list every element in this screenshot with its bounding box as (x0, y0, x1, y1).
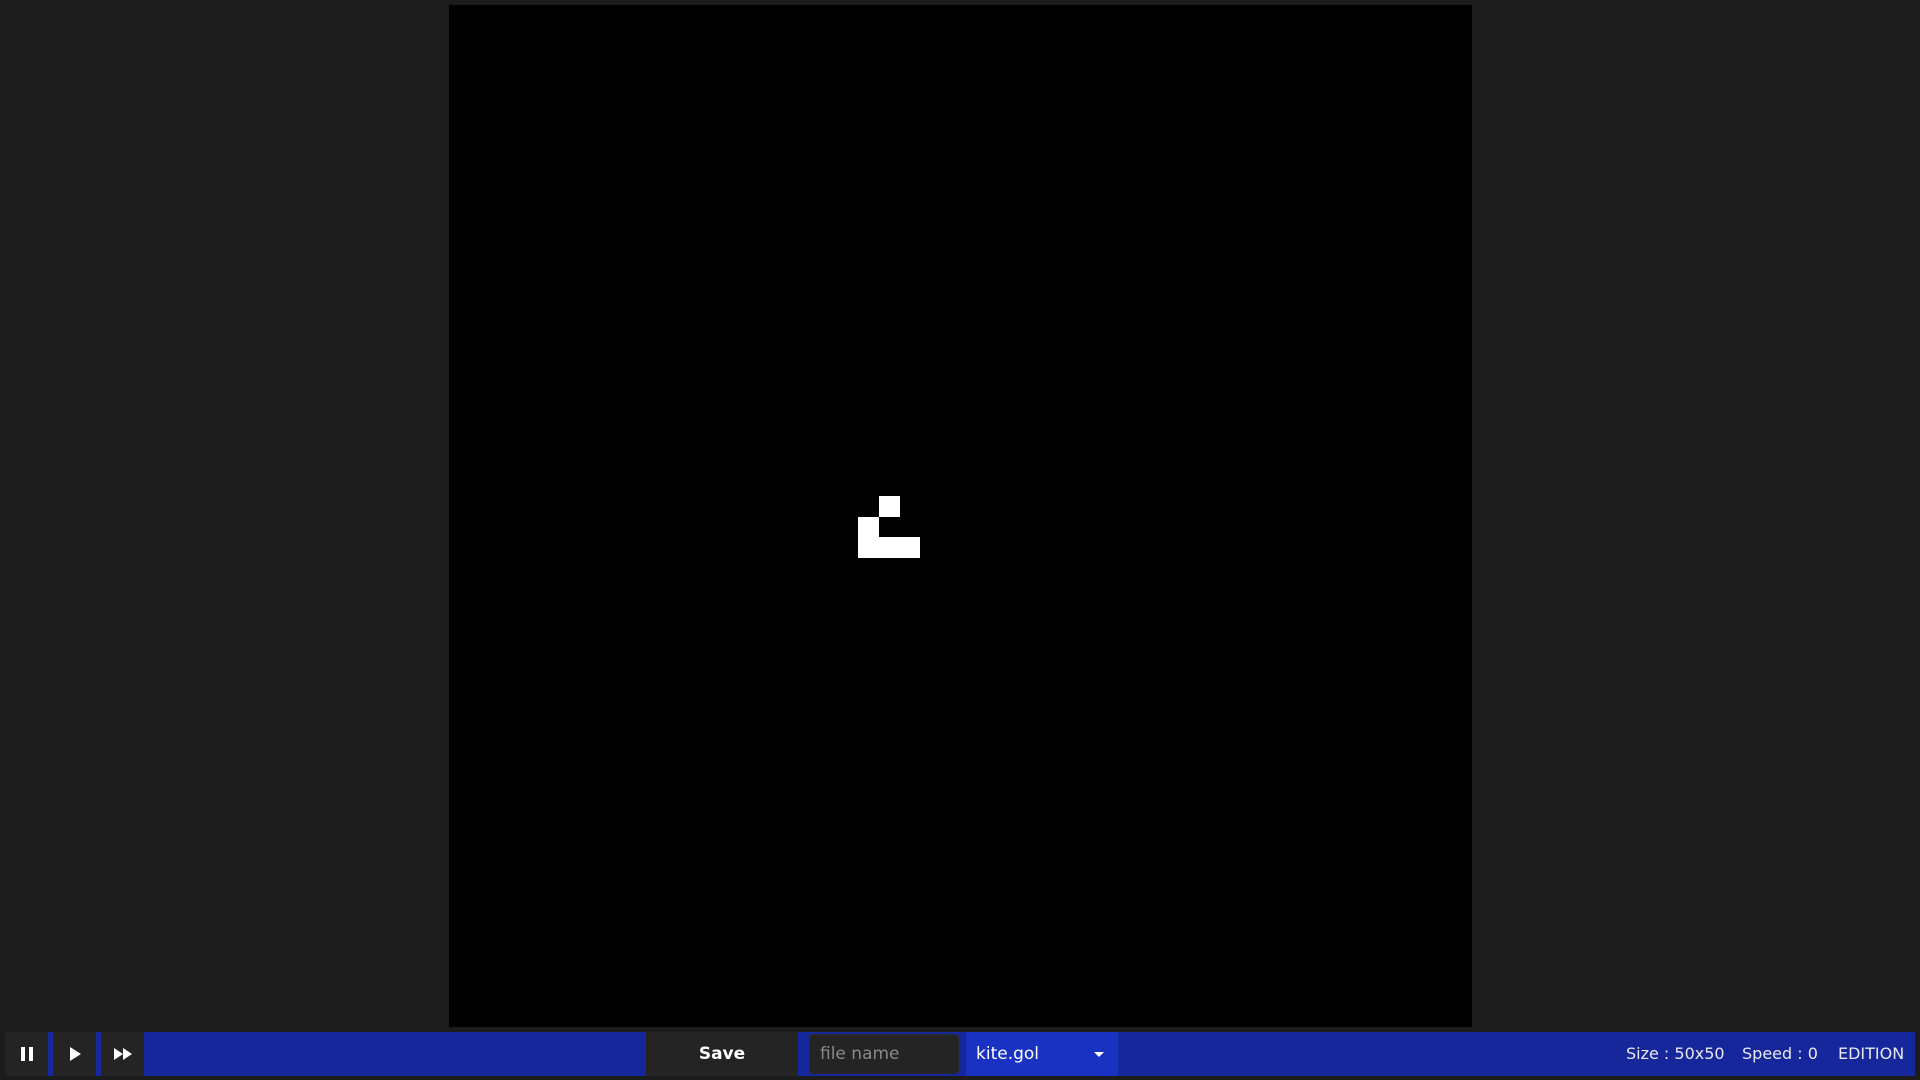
live-cell (899, 537, 920, 558)
play-button[interactable] (53, 1032, 96, 1076)
pause-icon (20, 1046, 34, 1062)
live-cell (879, 537, 900, 558)
file-select-dropdown[interactable]: kite.gol (966, 1032, 1118, 1076)
live-cell (858, 537, 879, 558)
live-cell (858, 517, 879, 538)
speed-label: Speed : 0 (1742, 1044, 1818, 1063)
pause-button[interactable] (5, 1032, 48, 1076)
save-button[interactable]: Save (646, 1032, 798, 1076)
fast-forward-icon (113, 1046, 133, 1062)
fast-forward-button[interactable] (101, 1032, 144, 1076)
grid-size-label: Size : 50x50 (1626, 1044, 1725, 1063)
control-toolbar: Save kite.gol Size : 50x50 Speed : 0 EDI… (5, 1032, 1915, 1076)
chevron-down-icon (1094, 1051, 1104, 1057)
play-icon (68, 1046, 82, 1062)
game-grid-canvas[interactable] (449, 5, 1472, 1027)
file-select-value: kite.gol (976, 1044, 1040, 1064)
live-cell (879, 496, 900, 517)
file-name-input[interactable] (809, 1034, 959, 1074)
mode-label: EDITION (1838, 1044, 1905, 1063)
